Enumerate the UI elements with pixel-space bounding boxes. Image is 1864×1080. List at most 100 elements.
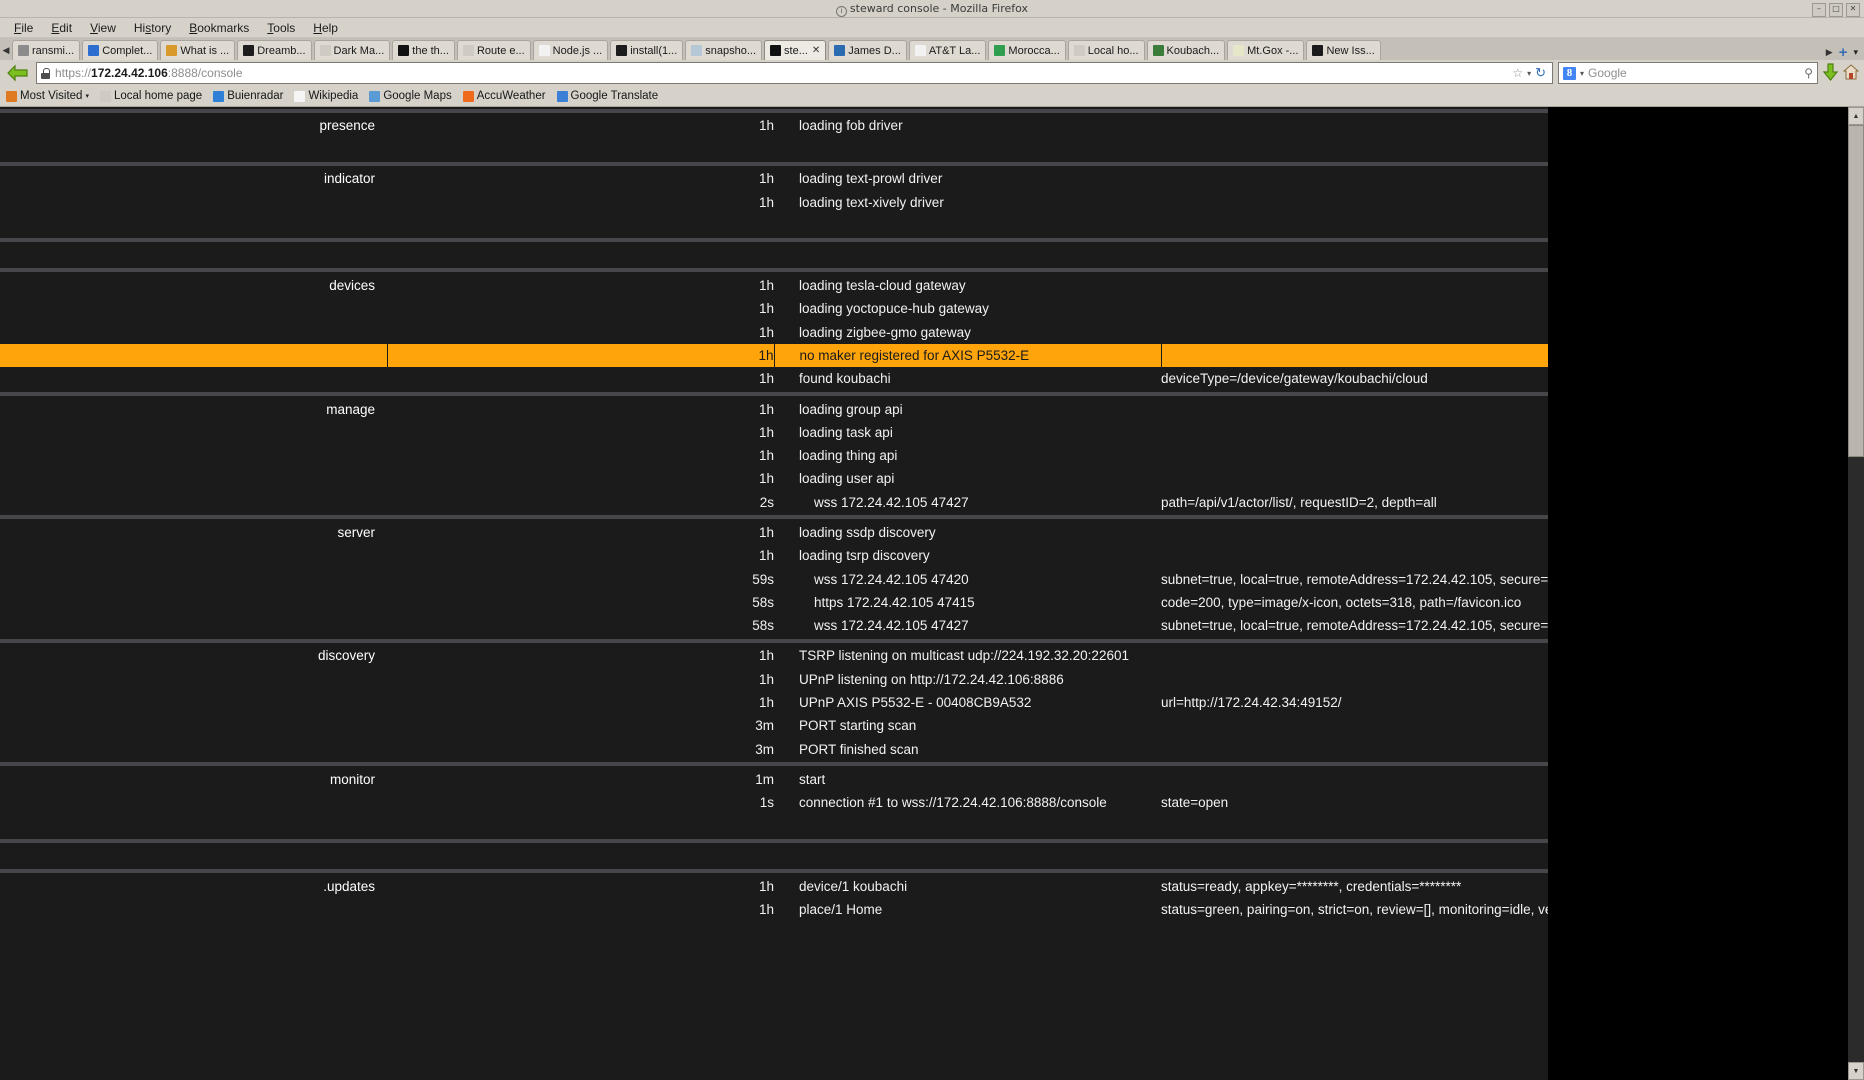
- log-row[interactable]: 1h loading user api: [0, 467, 1548, 490]
- tab-8[interactable]: install(1...: [610, 40, 684, 60]
- search-input[interactable]: Google: [1588, 66, 1627, 80]
- reload-icon[interactable]: ↻: [1535, 65, 1546, 81]
- log-row[interactable]: 59s wss 172.24.42.105 47420 subnet=true, l…: [0, 567, 1548, 590]
- scroll-down-button[interactable]: ▼: [1848, 1062, 1864, 1080]
- divider-line: [0, 391, 1548, 396]
- section-divider: [0, 390, 1548, 397]
- tab-1[interactable]: Complet...: [82, 40, 159, 60]
- tab-14[interactable]: Local ho...: [1067, 40, 1145, 60]
- tab-5[interactable]: the th...: [392, 40, 455, 60]
- tab-4[interactable]: Dark Ma...: [313, 40, 391, 60]
- log-row[interactable]: 1h place/1 Home status=green, pairing=on, …: [0, 898, 1548, 921]
- menu-item-bookmarks[interactable]: Bookmarks: [180, 20, 258, 36]
- chevron-down-icon[interactable]: ▾: [85, 92, 89, 100]
- log-row[interactable]: 3m PORT starting scan: [0, 714, 1548, 737]
- download-icon[interactable]: [1822, 62, 1839, 84]
- log-row[interactable]: 1h loading tsrp discovery: [0, 544, 1548, 567]
- scrollbar-track[interactable]: [1848, 125, 1864, 1062]
- tab-list-menu-icon[interactable]: ▾: [1853, 47, 1858, 58]
- ascii-logo-icon: [166, 45, 178, 56]
- download-arrow-icon: [1822, 62, 1839, 81]
- vertical-scrollbar[interactable]: ▲ ▼: [1848, 107, 1864, 1080]
- chevron-down-icon[interactable]: ▾: [1527, 69, 1531, 78]
- log-message: wss 172.24.42.105 47427: [814, 618, 969, 634]
- bookmark-star-icon[interactable]: ☆: [1512, 66, 1523, 80]
- bookmark-wikipedia[interactable]: Wikipedia: [294, 90, 358, 102]
- tab-17[interactable]: New Iss...: [1306, 40, 1381, 60]
- section-divider: [0, 160, 1548, 167]
- bookmark-google-maps[interactable]: Google Maps: [369, 90, 452, 102]
- search-engine-chevron-icon[interactable]: ▾: [1580, 69, 1584, 78]
- log-row[interactable]: indicator 1h loading text-prowl driver: [0, 167, 1548, 190]
- log-row[interactable]: monitor 1m start: [0, 768, 1548, 791]
- log-row[interactable]: presence 1h loading fob driver: [0, 114, 1548, 137]
- google-icon[interactable]: 8: [1563, 66, 1576, 80]
- log-row[interactable]: 1h loading thing api: [0, 444, 1548, 467]
- log-detail: [1161, 714, 1548, 737]
- menu-item-file[interactable]: File: [5, 20, 42, 36]
- log-row[interactable]: discovery 1h TSRP listening on multicast u…: [0, 644, 1548, 667]
- search-bar[interactable]: 8 ▾ Google ⚲: [1558, 62, 1818, 84]
- menu-item-help[interactable]: Help: [304, 20, 347, 36]
- maximize-button[interactable]: □: [1829, 3, 1843, 17]
- tab-6[interactable]: Route e...: [456, 40, 531, 60]
- bookmark-accuweather[interactable]: AccuWeather: [462, 90, 546, 102]
- log-row[interactable]: 1s connection #1 to wss://172.24.42.106:8…: [0, 791, 1548, 814]
- minimize-button[interactable]: –: [1812, 3, 1826, 17]
- bookmark-local-home-page[interactable]: Local home page: [99, 90, 202, 102]
- tab-2[interactable]: What is ...: [160, 40, 236, 60]
- spacer-row: [0, 844, 1548, 867]
- menu-item-history[interactable]: History: [125, 20, 180, 36]
- back-button[interactable]: [5, 62, 31, 84]
- tab-0[interactable]: ransmi...: [12, 40, 81, 60]
- search-icon[interactable]: ⚲: [1804, 66, 1813, 80]
- log-row[interactable]: 3m PORT finished scan: [0, 738, 1548, 761]
- log-row-highlighted[interactable]: 1h no maker registered for AXIS P5532-E: [0, 343, 1548, 368]
- menu-item-tools[interactable]: Tools: [258, 20, 304, 36]
- tab-scroll-right-icon[interactable]: ▶: [1826, 47, 1833, 58]
- log-row[interactable]: 1h loading zigbee-gmo gateway: [0, 320, 1548, 343]
- tab-9[interactable]: snapsho...: [685, 40, 763, 60]
- log-row[interactable]: 58s wss 172.24.42.105 47427 subnet=true, l…: [0, 614, 1548, 637]
- tab-7[interactable]: Node.js ...: [532, 40, 609, 60]
- tab-16[interactable]: Mt.Gox -...: [1227, 40, 1305, 60]
- new-tab-button[interactable]: +: [1839, 45, 1848, 60]
- home-icon[interactable]: [1842, 64, 1860, 82]
- tab-11[interactable]: James D...: [828, 40, 907, 60]
- log-row[interactable]: 1h loading text-xively driver: [0, 191, 1548, 214]
- log-message: UPnP AXIS P5532-E - 00408CB9A532: [799, 695, 1032, 711]
- log-row[interactable]: 2s wss 172.24.42.105 47427 path=/api/v1/ac…: [0, 491, 1548, 514]
- bookmark-buienradar[interactable]: Buienradar: [213, 90, 283, 102]
- tab-3[interactable]: Dreamb...: [237, 40, 312, 60]
- log-detail: subnet=true, local=true, remoteAddress=1…: [1161, 618, 1548, 634]
- log-row[interactable]: 58s https 172.24.42.105 47415 code=200, ty…: [0, 591, 1548, 614]
- tab-12[interactable]: AT&T La...: [908, 40, 987, 60]
- log-row[interactable]: server 1h loading ssdp discovery: [0, 521, 1548, 544]
- url-bar[interactable]: https://172.24.42.106:8888/console ☆ ▾ ↻: [36, 62, 1553, 84]
- log-row[interactable]: devices 1h loading tesla-cloud gateway: [0, 274, 1548, 297]
- divider-line: [0, 238, 1548, 243]
- log-row[interactable]: .updates 1h device/1 koubachi status=ready,…: [0, 874, 1548, 897]
- log-group-label: [0, 367, 387, 390]
- tab-10[interactable]: ste... ✕: [764, 40, 827, 60]
- log-row[interactable]: 1h found koubachi deviceType=/device/gatew…: [0, 367, 1548, 390]
- tab-13[interactable]: Morocca...: [988, 40, 1066, 60]
- log-row[interactable]: manage 1h loading group api: [0, 397, 1548, 420]
- bookmark-google-translate[interactable]: Google Translate: [556, 90, 658, 102]
- divider-line: [0, 515, 1548, 520]
- tab-15[interactable]: Koubach...: [1146, 40, 1226, 60]
- log-row[interactable]: 1h UPnP AXIS P5532-E - 00408CB9A532 url=ht…: [0, 691, 1548, 714]
- menu-item-view[interactable]: View: [81, 20, 125, 36]
- log-row[interactable]: 1h loading yoctopuce-hub gateway: [0, 297, 1548, 320]
- scrollbar-thumb[interactable]: [1848, 125, 1864, 457]
- scroll-up-button[interactable]: ▲: [1848, 107, 1864, 125]
- close-icon[interactable]: ✕: [812, 45, 820, 56]
- menu-item-edit[interactable]: Edit: [42, 20, 81, 36]
- tab-scroll-left-icon[interactable]: ◀: [0, 40, 12, 60]
- log-row[interactable]: 1h UPnP listening on http://172.24.42.106…: [0, 668, 1548, 691]
- log-row[interactable]: 1h loading task api: [0, 421, 1548, 444]
- tab-label: James D...: [848, 44, 901, 57]
- log-detail: [1161, 738, 1548, 761]
- bookmark-most-visited[interactable]: Most Visited ▾: [6, 90, 89, 102]
- close-button[interactable]: ✕: [1846, 3, 1860, 17]
